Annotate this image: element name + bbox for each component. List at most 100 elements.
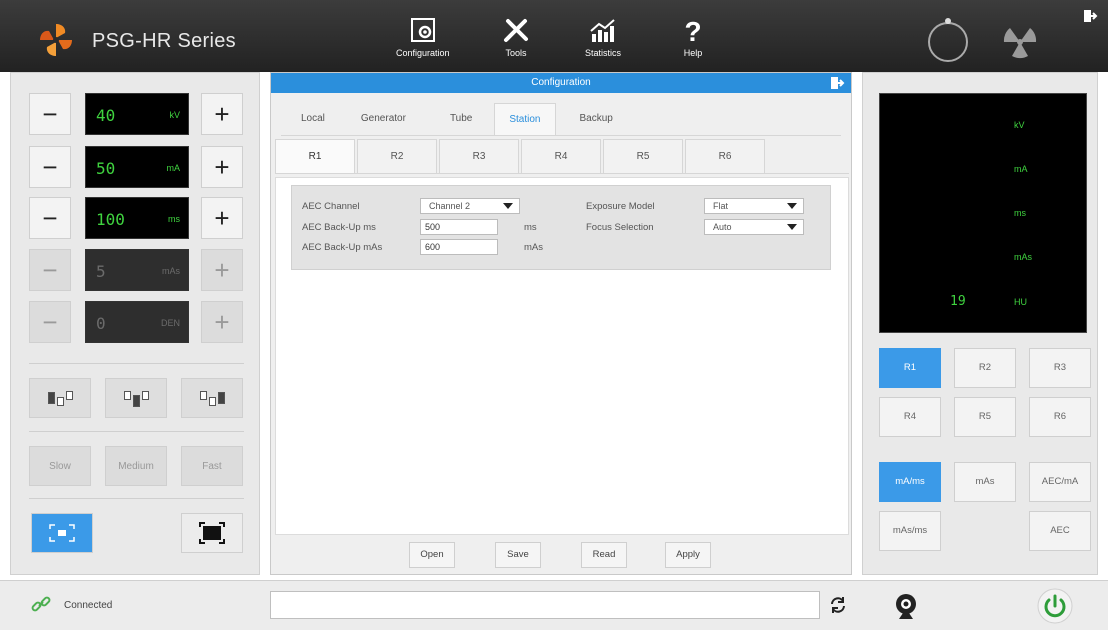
param-row-ms: − 100 ms + (29, 197, 244, 239)
mas-minus-button[interactable]: − (29, 249, 71, 291)
backup-mas-label: AEC Back-Up mAs (302, 242, 383, 253)
tools-icon (504, 19, 528, 42)
save-button[interactable]: Save (495, 542, 541, 568)
subtab-r4[interactable]: R4 (521, 139, 601, 173)
speed-row: Slow Medium Fast (29, 446, 244, 488)
small-field-button[interactable] (31, 513, 93, 553)
message-field (270, 591, 820, 619)
exposure-model-label: Exposure Model (586, 201, 655, 212)
param-row-den: − 0 DEN + (29, 301, 244, 343)
exposure-model-select[interactable]: Flat (704, 198, 804, 214)
station-settings-group: AEC Channel Channel 2 AEC Back-Up ms 500… (291, 185, 831, 270)
speed-fast-button[interactable]: Fast (181, 446, 243, 486)
power-icon[interactable] (1036, 587, 1074, 625)
subtab-divider (275, 173, 849, 174)
app-logo-icon (40, 24, 72, 56)
speed-slow-button[interactable]: Slow (29, 446, 91, 486)
right-status-panel: kV mA ms mAs 19 HU R1 R2 R3 R4 R5 R6 mA/… (862, 72, 1098, 575)
subtab-r2[interactable]: R2 (357, 139, 437, 173)
subtab-r5[interactable]: R5 (603, 139, 683, 173)
statistics-icon (590, 19, 615, 42)
tab-station[interactable]: Station (494, 103, 556, 135)
subtab-r1[interactable]: R1 (275, 139, 355, 173)
param-row-ma: − 50 mA + (29, 146, 244, 188)
tab-local[interactable]: Local (287, 103, 339, 135)
param-row-mas: − 5 mAs + (29, 249, 244, 291)
small-field-icon (49, 524, 75, 542)
focus-right-button[interactable] (181, 378, 243, 418)
aec-channel-select[interactable]: Channel 2 (420, 198, 520, 214)
chevron-down-icon (503, 203, 513, 209)
mode-mas-ms-button[interactable]: mAs/ms (879, 511, 941, 551)
mode-aec-ma-button[interactable]: AEC/mA (1029, 462, 1091, 502)
mode-mas-button[interactable]: mAs (954, 462, 1016, 502)
nav-help[interactable]: ? Help (678, 16, 708, 58)
aec-channel-value: Channel 2 (429, 201, 471, 211)
focus-left-button[interactable] (29, 378, 91, 418)
speed-medium-button[interactable]: Medium (105, 446, 167, 486)
room-r1-button[interactable]: R1 (879, 348, 941, 388)
configuration-title-bar: Configuration (271, 73, 851, 93)
readout-unit-hu: HU (1014, 297, 1027, 307)
param-row-kv: − 40 kV + (29, 93, 244, 135)
focus-block-icon (47, 392, 55, 404)
exit-icon[interactable] (831, 76, 845, 90)
aec-channel-label: AEC Channel (302, 201, 360, 212)
den-plus-button[interactable]: + (201, 301, 243, 343)
ms-minus-button[interactable]: − (29, 197, 71, 239)
room-r2-button[interactable]: R2 (954, 348, 1016, 388)
link-icon (31, 596, 51, 612)
nav-statistics[interactable]: Statistics (585, 16, 621, 58)
open-button[interactable]: Open (409, 542, 455, 568)
kv-minus-button[interactable]: − (29, 93, 71, 135)
ms-plus-button[interactable]: + (201, 197, 243, 239)
kv-value: 40 (96, 106, 116, 125)
mode-aec-button[interactable]: AEC (1029, 511, 1091, 551)
focus-center-button[interactable] (105, 378, 167, 418)
focus-block-icon (141, 390, 149, 400)
configuration-panel: Configuration Local Generator Tube Stati… (270, 72, 852, 575)
logout-icon[interactable] (1084, 10, 1098, 22)
kv-plus-button[interactable]: + (201, 93, 243, 135)
help-icon: ? (684, 16, 701, 46)
connection-status: Connected (64, 600, 113, 611)
tab-tube[interactable]: Tube (428, 103, 494, 135)
ms-unit: ms (168, 214, 180, 224)
status-bar: Connected (0, 580, 1108, 630)
refresh-icon (831, 597, 845, 613)
backup-ms-unit: ms (524, 222, 537, 233)
room-r6-button[interactable]: R6 (1029, 397, 1091, 437)
ma-minus-button[interactable]: − (29, 146, 71, 188)
mas-plus-button[interactable]: + (201, 249, 243, 291)
configuration-icon (410, 18, 435, 42)
tab-backup[interactable]: Backup (556, 103, 637, 135)
focus-selection-value: Auto (713, 222, 732, 232)
nav-help-label: Help (683, 48, 703, 58)
nav-tools[interactable]: Tools (501, 16, 531, 58)
camera-icon[interactable] (891, 591, 921, 621)
subtab-r3[interactable]: R3 (439, 139, 519, 173)
focus-block-icon (56, 396, 64, 406)
mas-display: 5 mAs (85, 249, 189, 291)
room-r4-button[interactable]: R4 (879, 397, 941, 437)
room-r5-button[interactable]: R5 (954, 397, 1016, 437)
backup-ms-input[interactable]: 500 (420, 219, 498, 235)
nav-configuration[interactable]: Configuration (396, 16, 450, 58)
focus-block-icon (199, 390, 207, 400)
backup-mas-input[interactable]: 600 (420, 239, 498, 255)
backup-mas-unit: mAs (524, 242, 543, 253)
tab-generator[interactable]: Generator (339, 103, 428, 135)
read-button[interactable]: Read (581, 542, 627, 568)
mode-ma-ms-button[interactable]: mA/ms (879, 462, 941, 502)
readout-unit-kv: kV (1014, 120, 1025, 130)
refresh-button[interactable] (824, 591, 852, 619)
divider (29, 498, 244, 499)
apply-button[interactable]: Apply (665, 542, 711, 568)
config-tabs: Local Generator Tube Station Backup (287, 103, 637, 135)
focus-selection-select[interactable]: Auto (704, 219, 804, 235)
room-r3-button[interactable]: R3 (1029, 348, 1091, 388)
subtab-r6[interactable]: R6 (685, 139, 765, 173)
den-minus-button[interactable]: − (29, 301, 71, 343)
large-field-button[interactable] (181, 513, 243, 553)
ma-plus-button[interactable]: + (201, 146, 243, 188)
